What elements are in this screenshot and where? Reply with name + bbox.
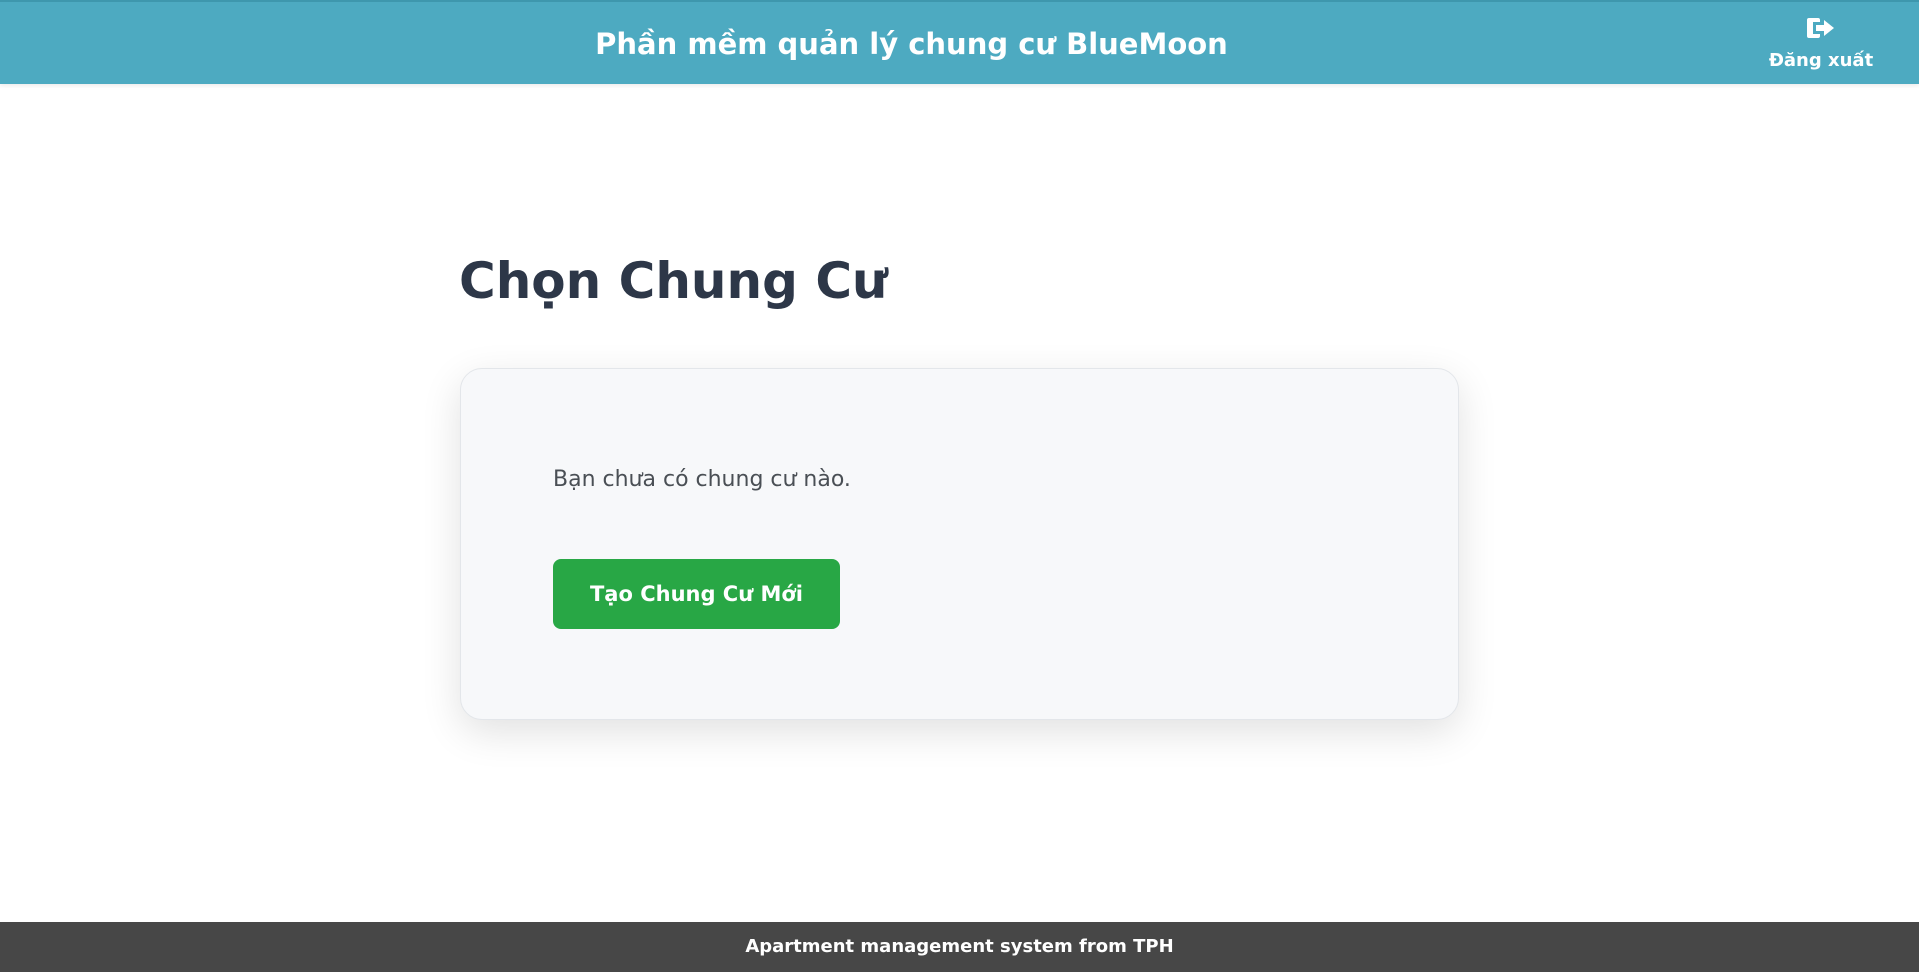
apartment-selection-card: Bạn chưa có chung cư nào. Tạo Chung Cư M… — [460, 368, 1459, 720]
sign-out-icon — [1807, 18, 1834, 38]
footer-text: Apartment management system from TPH — [745, 936, 1174, 957]
footer: Apartment management system from TPH — [0, 922, 1919, 972]
page-title: Chọn Chung Cư — [459, 252, 888, 310]
logout-button[interactable]: Đăng xuất — [1761, 12, 1881, 78]
create-apartment-button[interactable]: Tạo Chung Cư Mới — [553, 559, 840, 629]
logout-label: Đăng xuất — [1768, 50, 1874, 71]
empty-state-message: Bạn chưa có chung cư nào. — [553, 467, 851, 492]
top-header-bar: Phần mềm quản lý chung cư BlueMoon Đăng … — [0, 0, 1919, 84]
app-title: Phần mềm quản lý chung cư BlueMoon — [595, 27, 1228, 61]
